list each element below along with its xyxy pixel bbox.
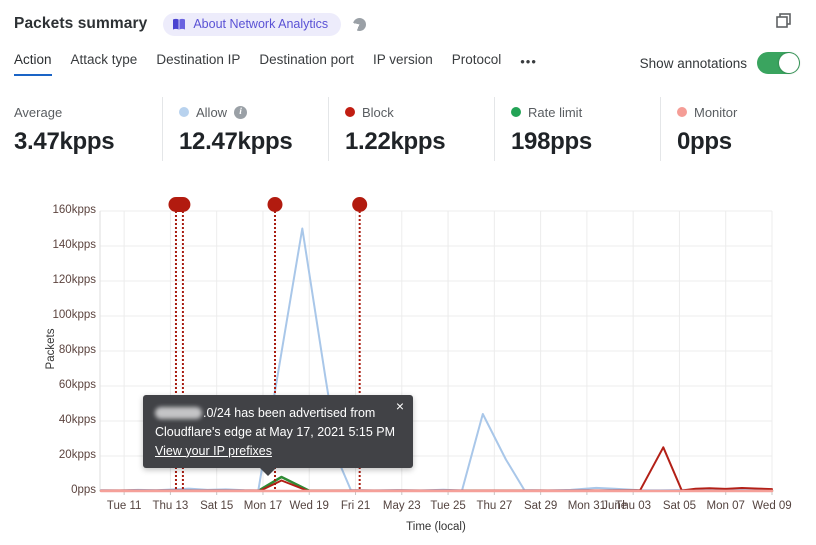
xtick-label: Wed 09 [752,500,792,512]
annotation-marker[interactable] [168,197,191,212]
packets-summary-card: Packets summary About Network Analytics … [0,0,816,545]
about-network-analytics-badge[interactable]: About Network Analytics [163,12,342,36]
stat-value: 3.47kpps [14,128,115,155]
ytick-label: 60kpps [58,379,96,391]
info-icon[interactable]: i [234,105,248,119]
x-axis-title: Time (local) [406,521,466,533]
y-axis-title: Packets [45,328,57,370]
allow-dot [179,107,189,117]
page-title: Packets summary [14,15,148,32]
tab-destination-port[interactable]: Destination port [259,52,354,74]
stats-row: Average 3.47kpps Allow i 12.47kpps Block … [0,97,816,161]
annotation-marker[interactable] [352,197,368,212]
stat-rate-limit: Rate limit 198pps [494,97,660,161]
stat-label: Monitor [694,104,738,120]
tooltip-close-icon[interactable]: × [396,398,404,414]
show-annotations-label: Show annotations [639,55,747,71]
tab-protocol[interactable]: Protocol [452,52,502,74]
badge-label: About Network Analytics [193,17,329,31]
book-icon [173,18,186,29]
popout-icon[interactable] [775,12,792,34]
tab-attack-type[interactable]: Attack type [71,52,138,74]
ytick-label: 160kpps [52,204,96,216]
pie-icon[interactable] [353,17,367,31]
rate-limit-dot [511,107,521,117]
ytick-label: 100kpps [52,309,96,321]
tooltip-caret [259,467,277,477]
show-annotations-toggle[interactable] [757,52,800,74]
xtick-label: June [602,500,628,512]
tab-action[interactable]: Action [14,52,52,76]
stat-label: Block [362,104,394,120]
ytick-label: 80kpps [58,344,96,356]
stat-label: Rate limit [528,104,583,120]
ytick-label: 120kpps [52,274,96,286]
stat-value: 12.47kpps [179,128,293,155]
ytick-label: 20kpps [58,449,96,461]
tabs-overflow-icon[interactable]: ••• [520,52,537,69]
tab-destination-ip[interactable]: Destination IP [156,52,240,74]
annotation-tooltip: × .0/24 has been advertised from Cloudfl… [143,395,413,477]
block-dot [345,107,355,117]
toggle-knob [779,53,799,73]
redacted-ip-prefix [155,406,202,419]
stat-block: Block 1.22kpps [328,97,494,161]
ytick-label: 140kpps [52,239,96,251]
ytick-label: 40kpps [58,414,96,426]
stat-value: 1.22kpps [345,128,446,155]
annotation-marker[interactable] [267,197,283,212]
tab-ip-version[interactable]: IP version [373,52,433,74]
stat-allow: Allow i 12.47kpps [162,97,328,161]
stat-monitor: Monitor 0pps [660,97,816,161]
chart-canvas [99,197,774,495]
header: Packets summary About Network Analytics [14,10,800,38]
tooltip-text-line2: Cloudflare's edge at May 17, 2021 5:15 P… [155,424,396,439]
breakdown-tabs: Action Attack type Destination IP Destin… [14,52,800,78]
view-ip-prefixes-link[interactable]: View your IP prefixes [155,444,272,458]
stat-value: 198pps [511,128,592,155]
stat-label: Average [14,104,63,120]
tooltip-text-line1: .0/24 has been advertised from [203,406,376,420]
packets-chart: 0pps 20kpps 40kpps 60kpps 80kpps 100kpps 120kp… [0,190,816,545]
stat-value: 0pps [677,128,732,155]
ytick-label: 0pps [71,484,96,496]
stat-label: Allow [196,104,228,120]
monitor-dot [677,107,687,117]
stat-average: Average 3.47kpps [0,97,162,161]
